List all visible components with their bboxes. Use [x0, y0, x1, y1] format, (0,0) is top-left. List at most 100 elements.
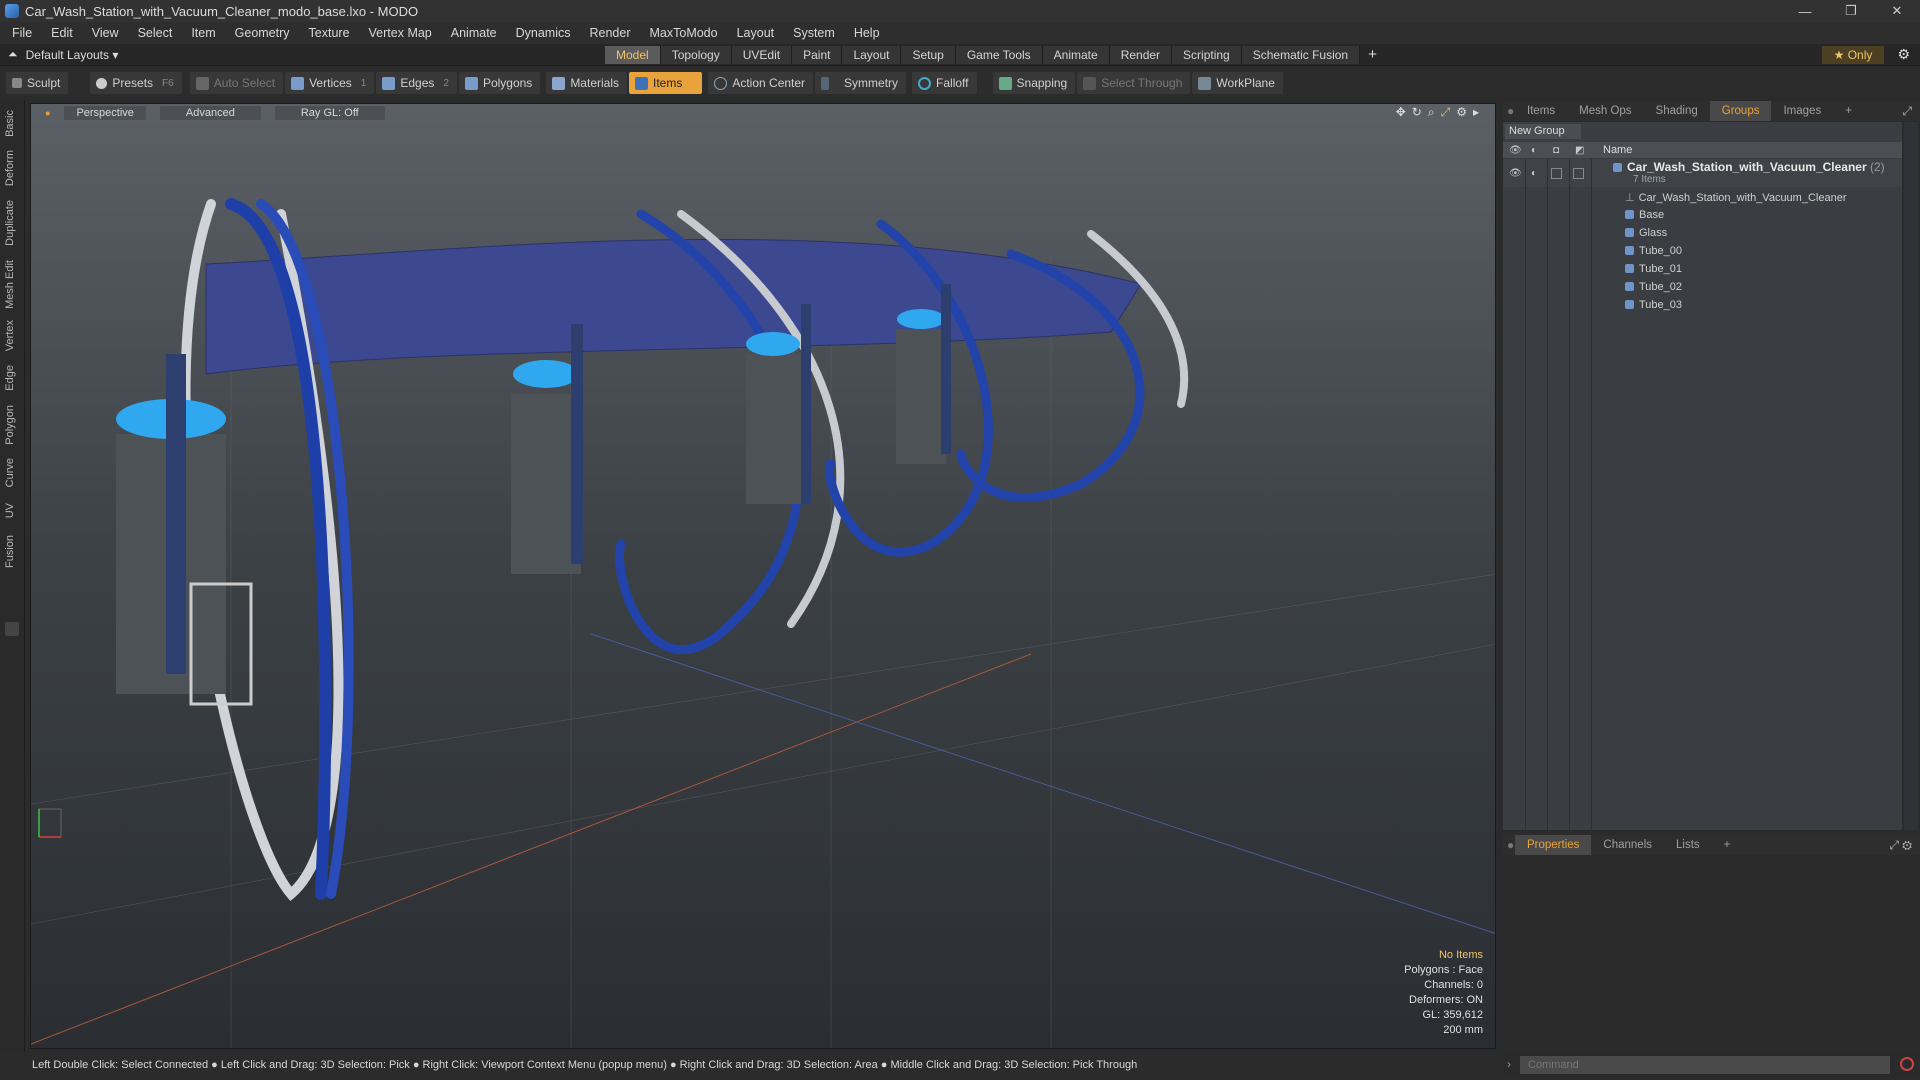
tab-model[interactable]: Model: [605, 46, 661, 64]
layouts-dropdown[interactable]: ⏶ Default Layouts ▾: [8, 47, 118, 62]
list-item[interactable]: Glass: [1503, 224, 1902, 242]
tab-scripting[interactable]: Scripting: [1172, 46, 1242, 64]
panel-expand-icon[interactable]: ⤢: [1902, 104, 1912, 119]
tab-channels[interactable]: Channels: [1591, 835, 1664, 855]
new-group-button[interactable]: New Group: [1505, 124, 1581, 139]
eye-icon[interactable]: 👁: [1509, 168, 1522, 179]
viewport-expand-icon[interactable]: ▸: [1473, 105, 1479, 120]
tab-items[interactable]: Items: [1515, 101, 1567, 121]
auto-select-button[interactable]: Auto Select: [189, 72, 284, 94]
tab-game-tools[interactable]: Game Tools: [955, 46, 1043, 64]
minimize-button[interactable]: —: [1782, 0, 1828, 22]
tab-render[interactable]: Render: [1109, 46, 1173, 64]
render-toggle-icon[interactable]: ◐: [1531, 168, 1537, 179]
ray-gl-button[interactable]: Ray GL: Off: [274, 106, 385, 120]
menu-file[interactable]: File: [12, 26, 32, 40]
menu-select[interactable]: Select: [138, 26, 173, 40]
menu-maxtomodo[interactable]: MaxToModo: [650, 26, 718, 40]
menu-texture[interactable]: Texture: [309, 26, 350, 40]
tab-basic[interactable]: Basic: [4, 110, 16, 137]
tab-duplicate[interactable]: Duplicate: [4, 200, 16, 246]
tab-edge[interactable]: Edge: [4, 365, 16, 391]
select-through-button[interactable]: Select Through: [1077, 72, 1191, 94]
close-button[interactable]: ✕: [1874, 0, 1920, 22]
tab-uv[interactable]: UV: [4, 503, 16, 518]
tab-curve[interactable]: Curve: [4, 458, 16, 487]
tab-lists[interactable]: Lists: [1664, 835, 1712, 855]
tab-images[interactable]: Images: [1771, 101, 1833, 121]
scene-render[interactable]: [31, 104, 1496, 1049]
snapping-button[interactable]: Snapping: [992, 72, 1076, 94]
tab-mesh-ops[interactable]: Mesh Ops: [1567, 101, 1643, 121]
tab-setup[interactable]: Setup: [901, 46, 956, 64]
tab-schematic-fusion[interactable]: Schematic Fusion: [1241, 46, 1361, 64]
list-item[interactable]: Tube_03: [1503, 296, 1902, 314]
tab-properties[interactable]: Properties: [1515, 835, 1592, 855]
menu-item[interactable]: Item: [191, 26, 215, 40]
only-toggle[interactable]: ★ Only: [1822, 46, 1884, 64]
viewport-menu-dot-icon[interactable]: ●: [45, 108, 50, 118]
tab-shading[interactable]: Shading: [1644, 101, 1710, 121]
vertices-button[interactable]: Vertices 1: [285, 72, 375, 94]
polygons-button[interactable]: Polygons: [458, 72, 541, 94]
select-checkbox[interactable]: [1573, 167, 1584, 179]
list-item[interactable]: Tube_02: [1503, 278, 1902, 296]
tab-deform[interactable]: Deform: [4, 150, 16, 186]
add-tab-icon[interactable]: +: [1368, 46, 1377, 64]
command-stop-icon[interactable]: [1900, 1057, 1914, 1071]
panel-settings-icon[interactable]: ⤢ ⚙: [1889, 838, 1912, 853]
list-item[interactable]: Tube_01: [1503, 260, 1902, 278]
materials-button[interactable]: Materials: [546, 72, 627, 94]
symmetry-button[interactable]: Symmetry: [815, 72, 907, 94]
menu-edit[interactable]: Edit: [51, 26, 73, 40]
groups-scrollbar[interactable]: [1904, 122, 1918, 830]
tab-animate[interactable]: Animate: [1042, 46, 1110, 64]
advanced-button[interactable]: Advanced: [159, 106, 261, 120]
command-input[interactable]: [1520, 1056, 1890, 1074]
rotate-view-icon[interactable]: ↻: [1412, 105, 1422, 120]
tab-groups[interactable]: Groups: [1709, 101, 1772, 121]
items-button[interactable]: Items: [629, 72, 703, 94]
menu-view[interactable]: View: [92, 26, 119, 40]
move-view-icon[interactable]: ✥: [1396, 105, 1406, 120]
list-item[interactable]: Base: [1503, 206, 1902, 224]
canopy-roof[interactable]: [205, 238, 1142, 375]
add-panel-tab-icon[interactable]: +: [1712, 835, 1743, 855]
tab-vertex[interactable]: Vertex: [4, 320, 16, 351]
menu-system[interactable]: System: [793, 26, 835, 40]
menu-dynamics[interactable]: Dynamics: [516, 26, 571, 40]
menu-render[interactable]: Render: [590, 26, 631, 40]
panel-handle-icon[interactable]: ●: [1503, 104, 1515, 118]
3d-viewport[interactable]: ● Perspective Advanced Ray GL: Off ✥ ↻ ⌕…: [30, 103, 1496, 1049]
falloff-button[interactable]: Falloff: [912, 72, 977, 94]
presets-button[interactable]: Presets F6: [90, 72, 182, 94]
tab-layout[interactable]: Layout: [842, 46, 902, 64]
tab-polygon[interactable]: Polygon: [4, 405, 16, 445]
add-panel-tab-icon[interactable]: +: [1833, 101, 1864, 121]
menu-help[interactable]: Help: [854, 26, 880, 40]
sculpt-button[interactable]: Sculpt: [6, 72, 69, 94]
group-row[interactable]: 👁 ◐ Car_Wash_Station_with_Vacuum_Cleaner…: [1503, 159, 1902, 187]
workplane-button[interactable]: WorkPlane: [1192, 72, 1283, 94]
menu-layout[interactable]: Layout: [737, 26, 775, 40]
tab-fusion[interactable]: Fusion: [4, 535, 16, 568]
lock-checkbox[interactable]: [1551, 167, 1562, 179]
tab-topology[interactable]: Topology: [660, 46, 732, 64]
tab-mesh-edit[interactable]: Mesh Edit: [4, 260, 16, 309]
menu-geometry[interactable]: Geometry: [235, 26, 290, 40]
edges-button[interactable]: Edges 2: [376, 72, 457, 94]
list-item[interactable]: ⊥ Car_Wash_Station_with_Vacuum_Cleaner: [1503, 188, 1902, 206]
strip-expand-icon[interactable]: [5, 622, 19, 636]
gear-icon[interactable]: ⚙: [1897, 46, 1910, 63]
panel-handle-icon[interactable]: ●: [1503, 838, 1515, 852]
vacuum-unit-2[interactable]: [511, 324, 583, 574]
menu-animate[interactable]: Animate: [451, 26, 497, 40]
menu-vertex-map[interactable]: Vertex Map: [369, 26, 432, 40]
maximize-button[interactable]: ❐: [1828, 0, 1874, 22]
action-center-button[interactable]: Action Center: [708, 72, 814, 94]
viewport-settings-icon[interactable]: ⚙: [1456, 105, 1467, 120]
tab-uvedit[interactable]: UVEdit: [731, 46, 793, 64]
perspective-button[interactable]: Perspective: [64, 106, 146, 120]
list-item[interactable]: Tube_00: [1503, 242, 1902, 260]
tab-paint[interactable]: Paint: [792, 46, 843, 64]
